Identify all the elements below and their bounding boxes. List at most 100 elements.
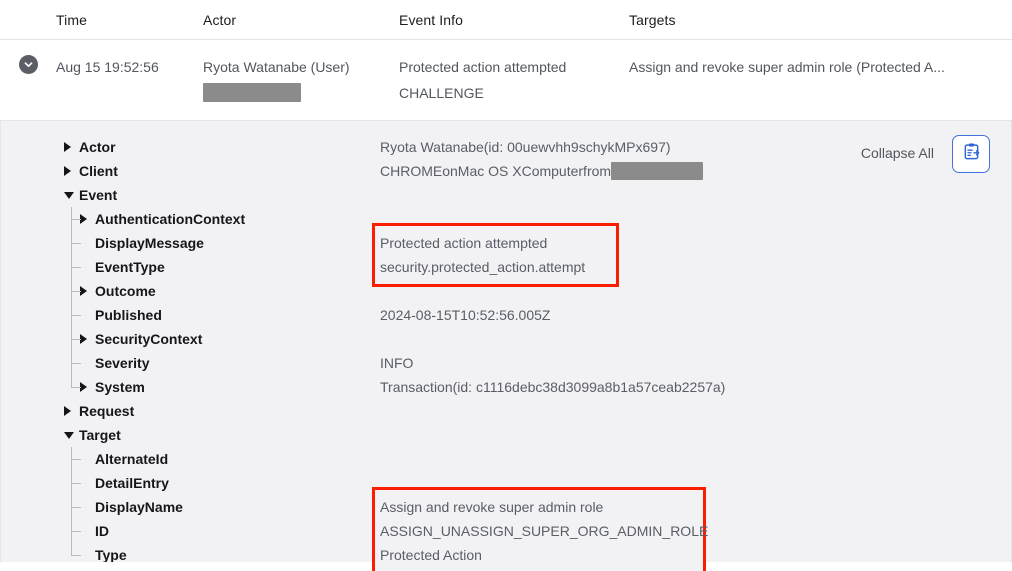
tree-node-request[interactable]: Request bbox=[0, 399, 372, 423]
tree-node-label: System bbox=[95, 379, 145, 395]
triangle-right-icon[interactable] bbox=[80, 334, 92, 344]
tree-node-detailentry: DetailEntry bbox=[0, 471, 372, 495]
triangle-down-icon[interactable] bbox=[64, 432, 76, 439]
audit-log-screen: Time Actor Event Info Targets Aug 15 19:… bbox=[0, 0, 1012, 571]
tree-guide-horizontal bbox=[71, 555, 81, 556]
tree-node-label: Type bbox=[95, 547, 127, 563]
tree-node-displayname: DisplayName bbox=[0, 495, 372, 519]
tree-node-outcome[interactable]: Outcome bbox=[0, 279, 372, 303]
tree-node-label: AuthenticationContext bbox=[95, 211, 245, 227]
triangle-right-icon[interactable] bbox=[64, 166, 76, 176]
tree-node-displaymessage: DisplayMessage bbox=[0, 231, 372, 255]
cell-targets: Assign and revoke super admin role (Prot… bbox=[629, 54, 1012, 80]
tree-node-target[interactable]: Target bbox=[0, 423, 372, 447]
tree-node-securitycontext[interactable]: SecurityContext bbox=[0, 327, 372, 351]
triangle-right-icon[interactable] bbox=[64, 406, 76, 416]
value-displaymessage: Protected action attempted bbox=[372, 231, 1012, 255]
tree-node-label: Published bbox=[95, 307, 162, 323]
tree-node-label: ID bbox=[95, 523, 109, 539]
tree-node-label: DetailEntry bbox=[95, 475, 169, 491]
tree-guide-horizontal bbox=[71, 267, 81, 268]
value-client: CHROMEonMac OS XComputerfrom bbox=[372, 159, 1012, 183]
tree-node-system[interactable]: System bbox=[0, 375, 372, 399]
cell-event-info: Protected action attempted CHALLENGE bbox=[399, 54, 629, 106]
table-header-actor[interactable]: Actor bbox=[203, 12, 399, 28]
value-securitycontext bbox=[372, 327, 1012, 351]
event-message: Protected action attempted bbox=[399, 54, 629, 80]
table-header-row: Time Actor Event Info Targets bbox=[0, 0, 1012, 40]
value-type: Protected Action bbox=[372, 543, 1012, 567]
value-authenticationcontext bbox=[372, 207, 1012, 231]
table-header-time[interactable]: Time bbox=[56, 12, 203, 28]
redaction-block bbox=[203, 83, 301, 102]
tree-guide-horizontal bbox=[71, 507, 81, 508]
tree-guide-vertical bbox=[71, 447, 72, 555]
tree-guide-horizontal bbox=[71, 459, 81, 460]
tree-guide-horizontal bbox=[71, 531, 81, 532]
value-request bbox=[372, 399, 1012, 423]
value-alternateid bbox=[372, 447, 1012, 471]
tree-node-label: Request bbox=[79, 403, 134, 419]
tree-node-eventtype: EventType bbox=[0, 255, 372, 279]
value-target bbox=[372, 423, 1012, 447]
tree-node-label: EventType bbox=[95, 259, 165, 275]
tree-node-label: Event bbox=[79, 187, 117, 203]
value-id: ASSIGN_UNASSIGN_SUPER_ORG_ADMIN_ROLE bbox=[372, 519, 1012, 543]
event-detail-panel: Collapse All ActorClientEventAuthenticat… bbox=[0, 121, 1012, 571]
tree-node-client[interactable]: Client bbox=[0, 159, 372, 183]
value-detailentry bbox=[372, 471, 1012, 495]
redaction-block bbox=[611, 162, 703, 180]
triangle-right-icon[interactable] bbox=[80, 286, 92, 296]
tree-node-label: Client bbox=[79, 163, 118, 179]
tree-guide-horizontal bbox=[71, 219, 81, 220]
value-displayname: Assign and revoke super admin role bbox=[372, 495, 1012, 519]
table-row[interactable]: Aug 15 19:52:56 Ryota Watanabe (User) Pr… bbox=[0, 40, 1012, 121]
triangle-down-icon[interactable] bbox=[64, 192, 76, 199]
value-actor: Ryota Watanabe(id: 00uewvhh9schykMPx697) bbox=[372, 135, 1012, 159]
tree-guide-horizontal bbox=[71, 387, 81, 388]
triangle-right-icon[interactable] bbox=[80, 382, 92, 392]
tree-guide-horizontal bbox=[71, 315, 81, 316]
tree-node-label: Outcome bbox=[95, 283, 156, 299]
tree-node-label: Target bbox=[79, 427, 121, 443]
tree-node-actor[interactable]: Actor bbox=[0, 135, 372, 159]
tree-node-event[interactable]: Event bbox=[0, 183, 372, 207]
value-severity: INFO bbox=[372, 351, 1012, 375]
event-outcome: CHALLENGE bbox=[399, 80, 629, 106]
tree-guide-vertical bbox=[71, 207, 72, 387]
tree-node-label: Actor bbox=[79, 139, 116, 155]
tree-node-severity: Severity bbox=[0, 351, 372, 375]
row-expand-toggle[interactable] bbox=[0, 54, 56, 74]
cell-actor: Ryota Watanabe (User) bbox=[203, 54, 399, 106]
table-header-event-info[interactable]: Event Info bbox=[399, 12, 629, 28]
tree-guide-horizontal bbox=[71, 291, 81, 292]
tree-node-alternateid: AlternateId bbox=[0, 447, 372, 471]
triangle-right-icon[interactable] bbox=[80, 214, 92, 224]
tree-guide-horizontal bbox=[71, 483, 81, 484]
targets-text: Assign and revoke super admin role (Prot… bbox=[629, 54, 1012, 80]
tree-guide-horizontal bbox=[71, 339, 81, 340]
system-log-table: Time Actor Event Info Targets Aug 15 19:… bbox=[0, 0, 1012, 121]
tree-node-label: DisplayMessage bbox=[95, 235, 204, 251]
actor-redacted bbox=[203, 80, 399, 106]
triangle-right-icon[interactable] bbox=[64, 142, 76, 152]
tree-node-label: DisplayName bbox=[95, 499, 183, 515]
value-system: Transaction(id: c1116debc38d3099a8b1a57c… bbox=[372, 375, 1012, 399]
value-eventtype: security.protected_action.attempt bbox=[372, 255, 1012, 279]
tree-guide-horizontal bbox=[71, 363, 81, 364]
table-header-targets[interactable]: Targets bbox=[629, 12, 1012, 28]
actor-name: Ryota Watanabe (User) bbox=[203, 54, 399, 80]
tree-node-authenticationcontext[interactable]: AuthenticationContext bbox=[0, 207, 372, 231]
tree-node-label: SecurityContext bbox=[95, 331, 202, 347]
tree-node-id: ID bbox=[0, 519, 372, 543]
tree-guide-horizontal bbox=[71, 243, 81, 244]
value-outcome bbox=[372, 279, 1012, 303]
tree-node-label: Severity bbox=[95, 355, 149, 371]
tree-node-label: AlternateId bbox=[95, 451, 168, 467]
chevron-down-circle-icon[interactable] bbox=[19, 55, 38, 74]
cell-time: Aug 15 19:52:56 bbox=[56, 54, 203, 80]
value-event bbox=[372, 183, 1012, 207]
tree-node-published: Published bbox=[0, 303, 372, 327]
event-value-column: Ryota Watanabe(id: 00uewvhh9schykMPx697)… bbox=[372, 121, 1012, 567]
event-attribute-tree: Actor Client Event AuthenticationContext Dis… bbox=[0, 121, 372, 567]
